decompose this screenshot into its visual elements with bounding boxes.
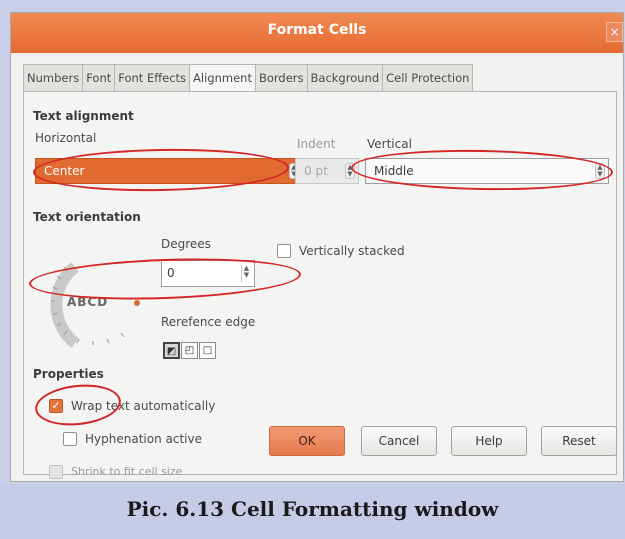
tab-borders[interactable]: Borders (254, 64, 307, 92)
vertically-stacked-checkbox[interactable] (277, 244, 291, 258)
figure-frame: Format Cells × Numbers Font Font Effects… (0, 0, 625, 539)
hyphenation-label: Hyphenation active (85, 432, 202, 446)
hyphenation-checkbox[interactable] (63, 432, 77, 446)
caption-bar: Pic. 6.13 Cell Formatting window (0, 484, 625, 539)
indent-spin: 0 pt ▲ ▼ (295, 158, 359, 184)
text-orientation-heading: Text orientation (33, 210, 141, 224)
tab-font-effects[interactable]: Font Effects (114, 64, 190, 92)
reference-edge-label: Rerefence edge (161, 315, 256, 329)
indent-value: 0 pt (304, 164, 328, 178)
tab-background[interactable]: Background (306, 64, 383, 92)
tab-font[interactable]: Font (82, 64, 115, 92)
title-bar: Format Cells × (11, 13, 623, 53)
reset-button[interactable]: Reset (541, 426, 617, 456)
shrink-to-fit-checkbox (49, 465, 63, 479)
help-button[interactable]: Help (451, 426, 527, 456)
edge-bottom-icon[interactable]: ◩ (163, 342, 180, 359)
edge-inside-icon[interactable]: □ (199, 342, 216, 359)
properties-heading: Properties (33, 367, 104, 381)
ok-button[interactable]: OK (269, 426, 345, 456)
indent-label: Indent (297, 137, 336, 151)
figure-caption: Pic. 6.13 Cell Formatting window (126, 497, 499, 521)
degrees-label: Degrees (161, 237, 211, 251)
tab-bar: Numbers Font Font Effects Alignment Bord… (23, 64, 474, 92)
window-title: Format Cells (267, 22, 367, 38)
edge-top-icon[interactable]: ◰ (181, 342, 198, 359)
vertical-label: Vertical (367, 137, 412, 151)
format-cells-dialog: Format Cells × Numbers Font Font Effects… (10, 12, 624, 482)
vertically-stacked-label: Vertically stacked (299, 244, 405, 258)
cancel-button[interactable]: Cancel (361, 426, 437, 456)
tab-numbers[interactable]: Numbers (23, 64, 83, 92)
tab-cell-protection[interactable]: Cell Protection (382, 64, 474, 92)
close-button[interactable]: × (606, 22, 623, 42)
tab-alignment[interactable]: Alignment (189, 64, 255, 92)
shrink-to-fit-label: Shrink to fit cell size (71, 465, 183, 478)
horizontal-label: Horizontal (35, 131, 97, 145)
text-alignment-heading: Text alignment (33, 109, 134, 123)
